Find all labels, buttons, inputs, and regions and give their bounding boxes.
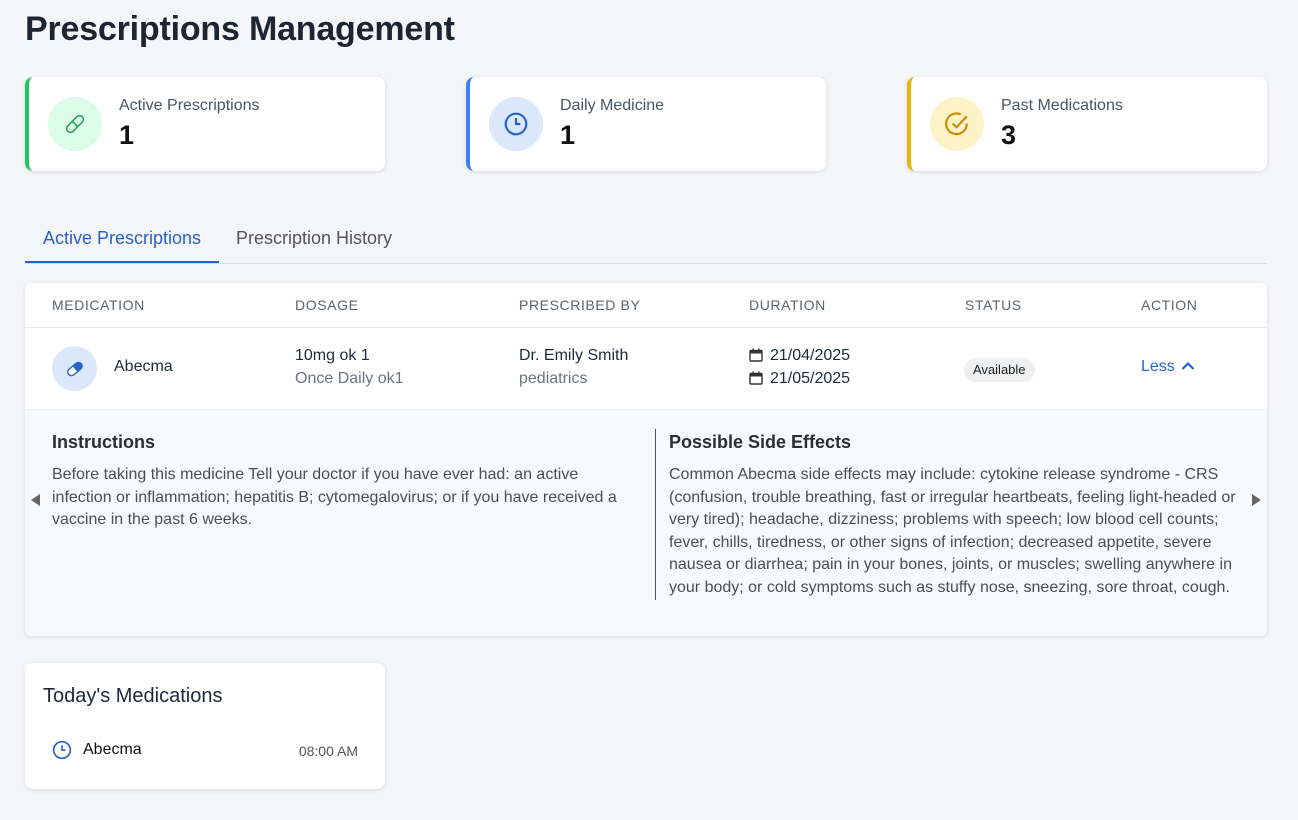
scroll-left-arrow-icon[interactable] <box>31 494 40 506</box>
stat-value: 1 <box>119 120 135 150</box>
calendar-icon <box>749 348 763 367</box>
medication-name: Abecma <box>114 358 173 375</box>
stat-value: 3 <box>1001 120 1017 150</box>
instructions-text: Before taking this medicine Tell your do… <box>52 466 617 529</box>
details-divider <box>655 429 656 600</box>
stat-card-daily-medicine: Daily Medicine 1 <box>466 77 826 171</box>
column-header-duration: Duration <box>749 297 826 313</box>
todays-medications-card: Today's Medications Abecma 08:00 AM <box>25 663 385 789</box>
less-button[interactable]: Less <box>1141 358 1195 376</box>
column-header-action: Action <box>1141 297 1198 313</box>
clock-icon <box>489 97 543 151</box>
column-header-dosage: Dosage <box>295 297 359 313</box>
stat-label: Active Prescriptions <box>119 97 260 114</box>
chevron-up-icon <box>1181 358 1195 376</box>
capsule-icon <box>52 346 97 391</box>
start-date-text: 21/04/2025 <box>770 347 851 364</box>
instructions-heading: Instructions <box>52 432 156 452</box>
doctor-name: Dr. Emily Smith <box>519 347 629 364</box>
end-date: 21/05/2025 <box>749 370 850 390</box>
stat-card-active-prescriptions: Active Prescriptions 1 <box>25 77 385 171</box>
header-divider <box>25 327 1267 328</box>
tab-prescription-history[interactable]: Prescription History <box>218 215 410 263</box>
less-label: Less <box>1141 358 1175 375</box>
column-header-prescribed-by: Prescribed By <box>519 297 641 313</box>
side-effects-heading: Possible Side Effects <box>669 432 852 452</box>
side-effects-text: Common Abecma side effects may include: … <box>669 466 1236 596</box>
frequency: Once Daily ok1 <box>295 370 404 387</box>
column-header-medication: Medication <box>52 297 145 313</box>
column-header-status: Status <box>965 297 1022 313</box>
prescriptions-table: Medication Dosage Prescribed By Duration… <box>25 283 1267 636</box>
check-circle-icon <box>930 97 984 151</box>
stat-card-past-medications: Past Medications 3 <box>907 77 1267 171</box>
stat-label: Past Medications <box>1001 97 1123 114</box>
dosage: 10mg ok 1 <box>295 347 370 364</box>
clock-icon <box>52 740 72 765</box>
today-medication-name: Abecma <box>83 741 142 758</box>
status-badge: Available <box>964 358 1035 382</box>
doctor-specialty: pediatrics <box>519 370 588 387</box>
prescription-details: Instructions Before taking this medicine… <box>25 410 1267 636</box>
start-date: 21/04/2025 <box>749 347 850 367</box>
today-medication-time: 08:00 AM <box>298 743 358 759</box>
pill-icon <box>48 97 102 151</box>
tab-bar: Active Prescriptions Prescription Histor… <box>25 215 1267 264</box>
stat-value: 1 <box>560 120 576 150</box>
todays-medications-title: Today's Medications <box>43 685 223 707</box>
calendar-icon <box>749 371 763 390</box>
page-title: Prescriptions Management <box>25 10 455 48</box>
tab-active-prescriptions[interactable]: Active Prescriptions <box>25 215 220 263</box>
stat-label: Daily Medicine <box>560 97 665 114</box>
scroll-right-arrow-icon[interactable] <box>1252 494 1261 506</box>
end-date-text: 21/05/2025 <box>770 370 851 387</box>
